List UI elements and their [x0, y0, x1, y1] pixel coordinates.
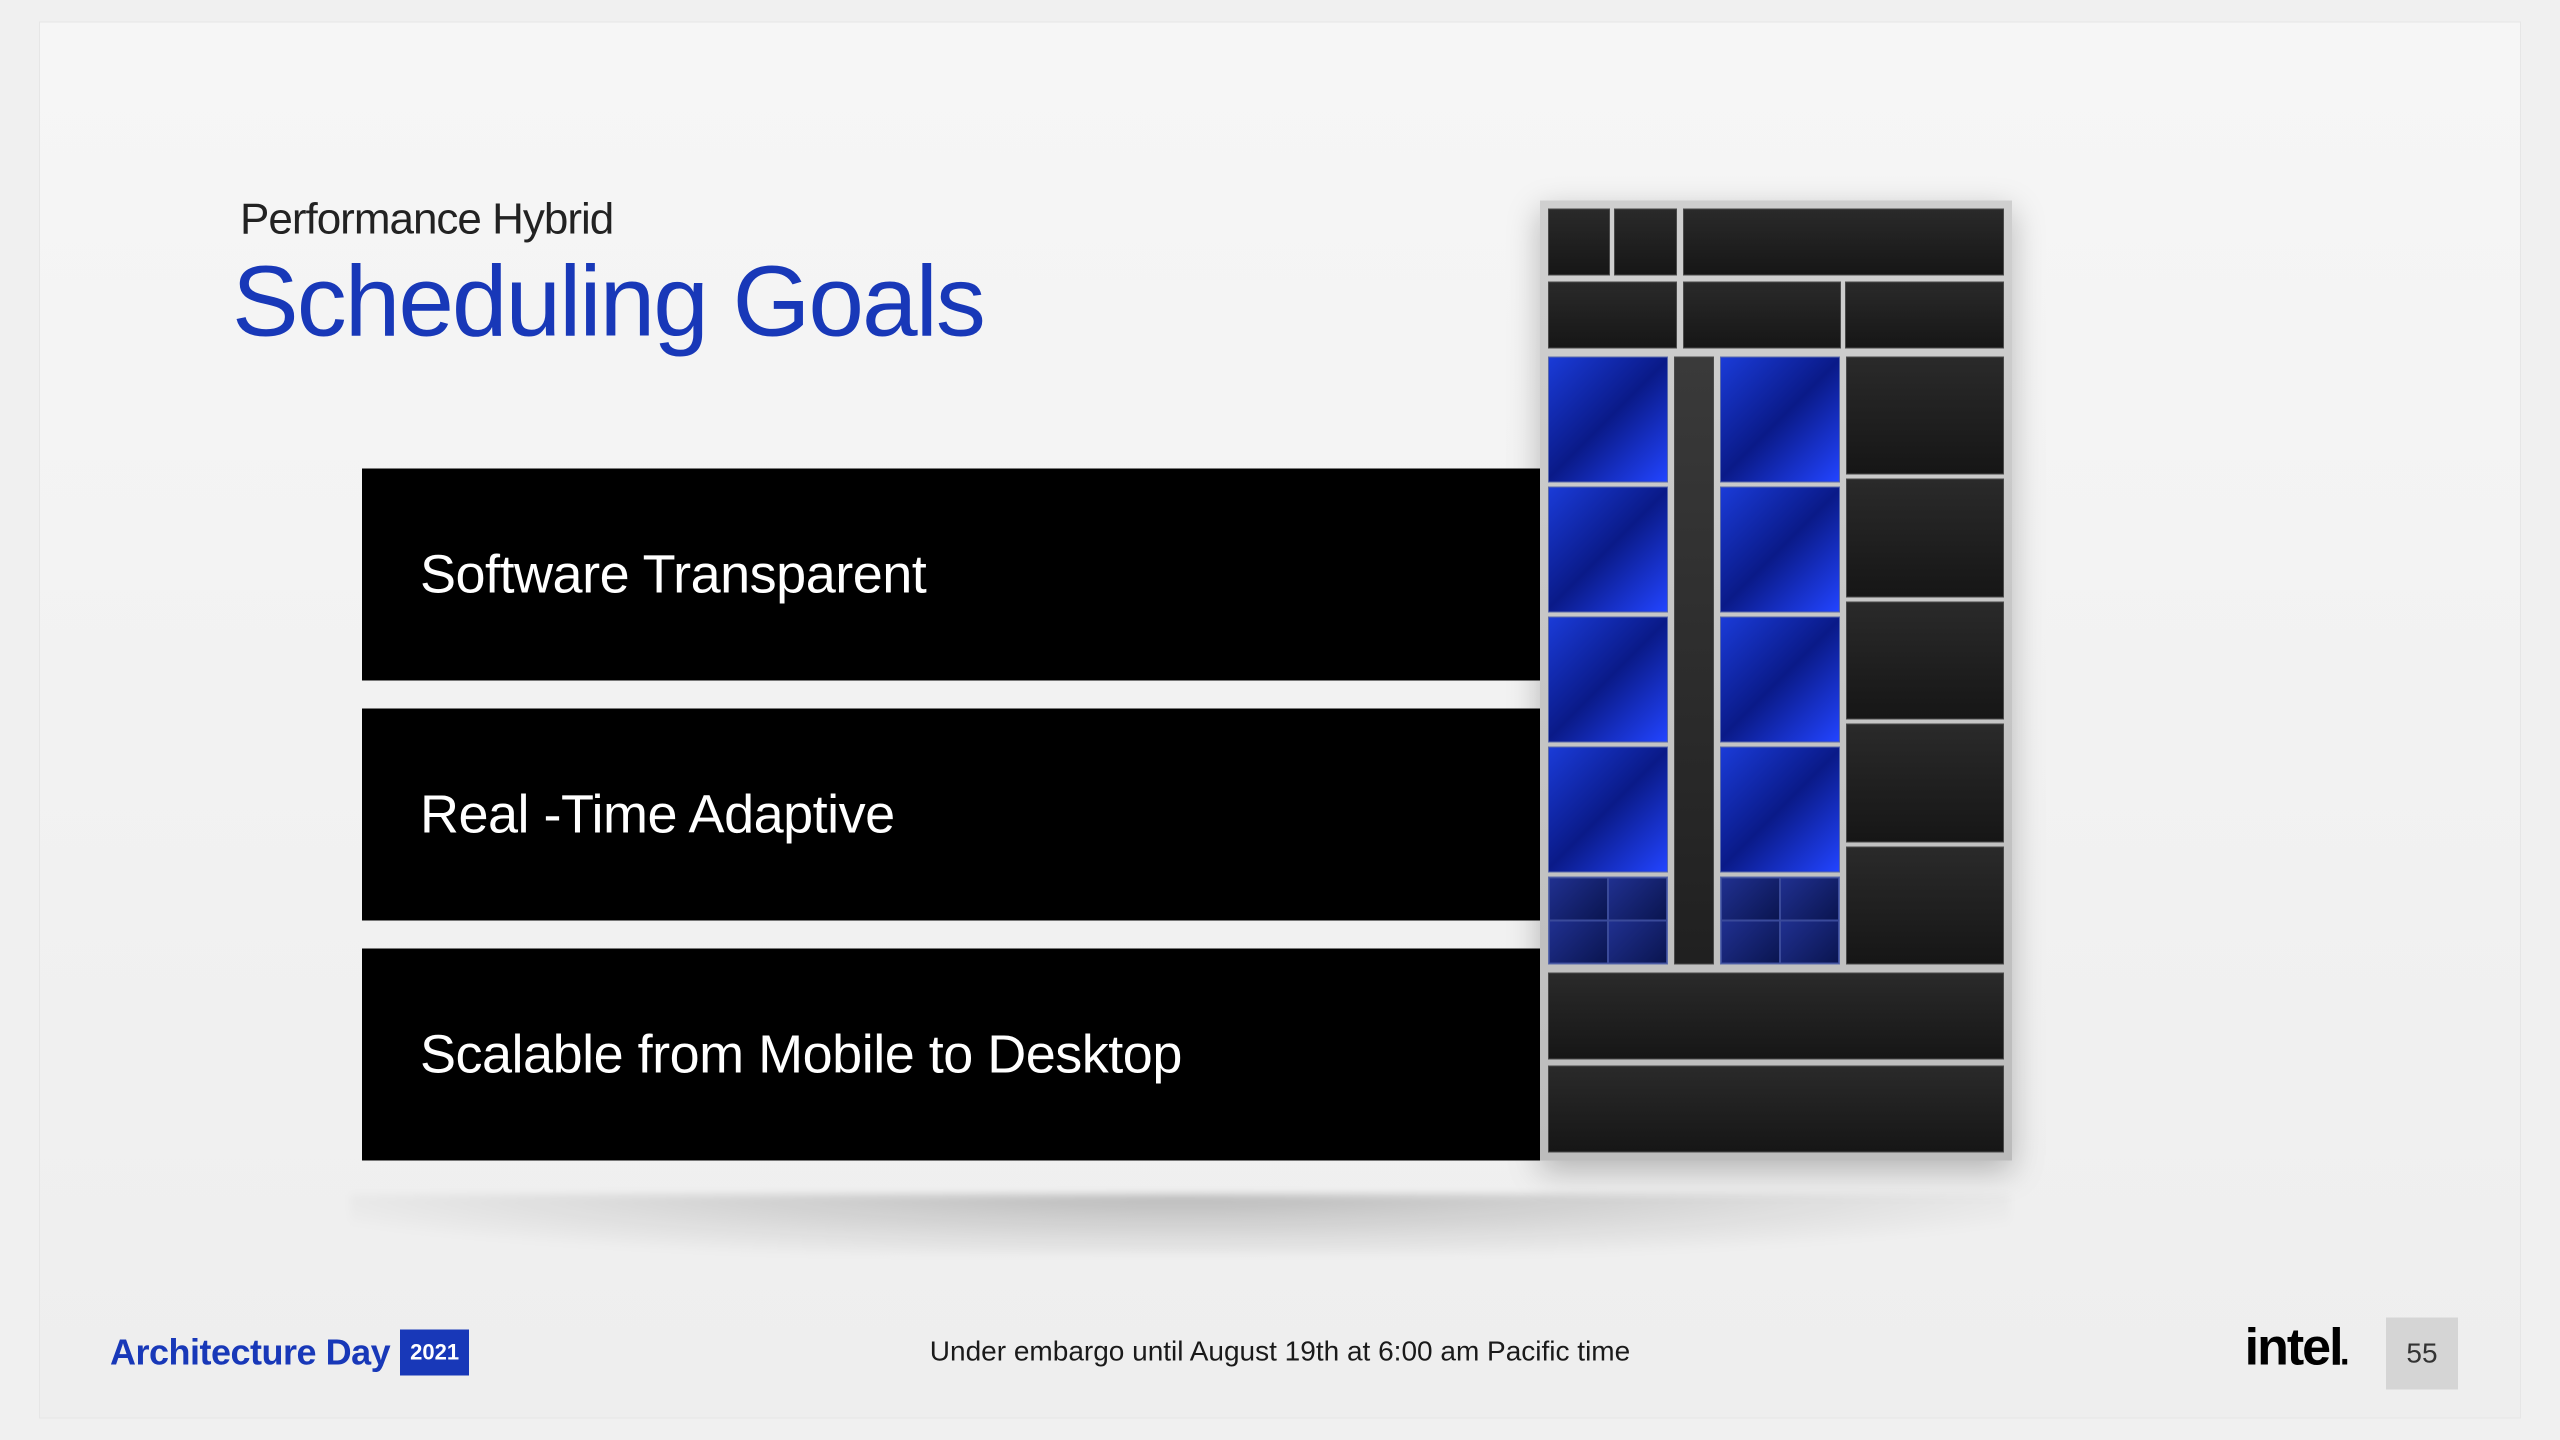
goal-item: Real -Time Adaptive: [362, 709, 1542, 921]
p-core-icon: [1720, 746, 1840, 872]
event-name-text: Architecture Day: [110, 1332, 390, 1374]
soc-column-icon: [1846, 357, 2004, 965]
event-badge: Architecture Day 2021: [110, 1330, 469, 1376]
p-core-icon: [1548, 486, 1668, 612]
p-core-icon: [1720, 616, 1840, 742]
p-core-icon: [1720, 357, 1840, 483]
p-core-icon: [1548, 616, 1668, 742]
embargo-text: Under embargo until August 19th at 6:00 …: [930, 1336, 1630, 1368]
die-core-region: [1548, 357, 2004, 965]
p-core-icon: [1720, 486, 1840, 612]
goals-list: Software Transparent Real -Time Adaptive…: [362, 469, 1542, 1161]
intel-logo: intel: [2245, 1318, 2350, 1378]
chip-die-image: [1540, 201, 2012, 1161]
goal-item: Scalable from Mobile to Desktop: [362, 949, 1542, 1161]
slide-subtitle: Performance Hybrid: [240, 195, 613, 245]
presentation-slide: Performance Hybrid Scheduling Goals Soft…: [40, 23, 2520, 1418]
event-year-badge: 2021: [400, 1330, 469, 1376]
p-core-icon: [1548, 746, 1668, 872]
page-number: 55: [2386, 1318, 2458, 1390]
floor-shadow: [350, 1195, 2010, 1255]
e-core-cluster-icon: [1720, 876, 1840, 964]
goal-item: Software Transparent: [362, 469, 1542, 681]
p-core-icon: [1548, 357, 1668, 483]
die-top-region: [1548, 209, 2004, 349]
e-core-cluster-icon: [1548, 876, 1668, 964]
die-bottom-region: [1548, 973, 2004, 1153]
cache-icon: [1674, 357, 1714, 965]
slide-title: Scheduling Goals: [232, 245, 984, 360]
